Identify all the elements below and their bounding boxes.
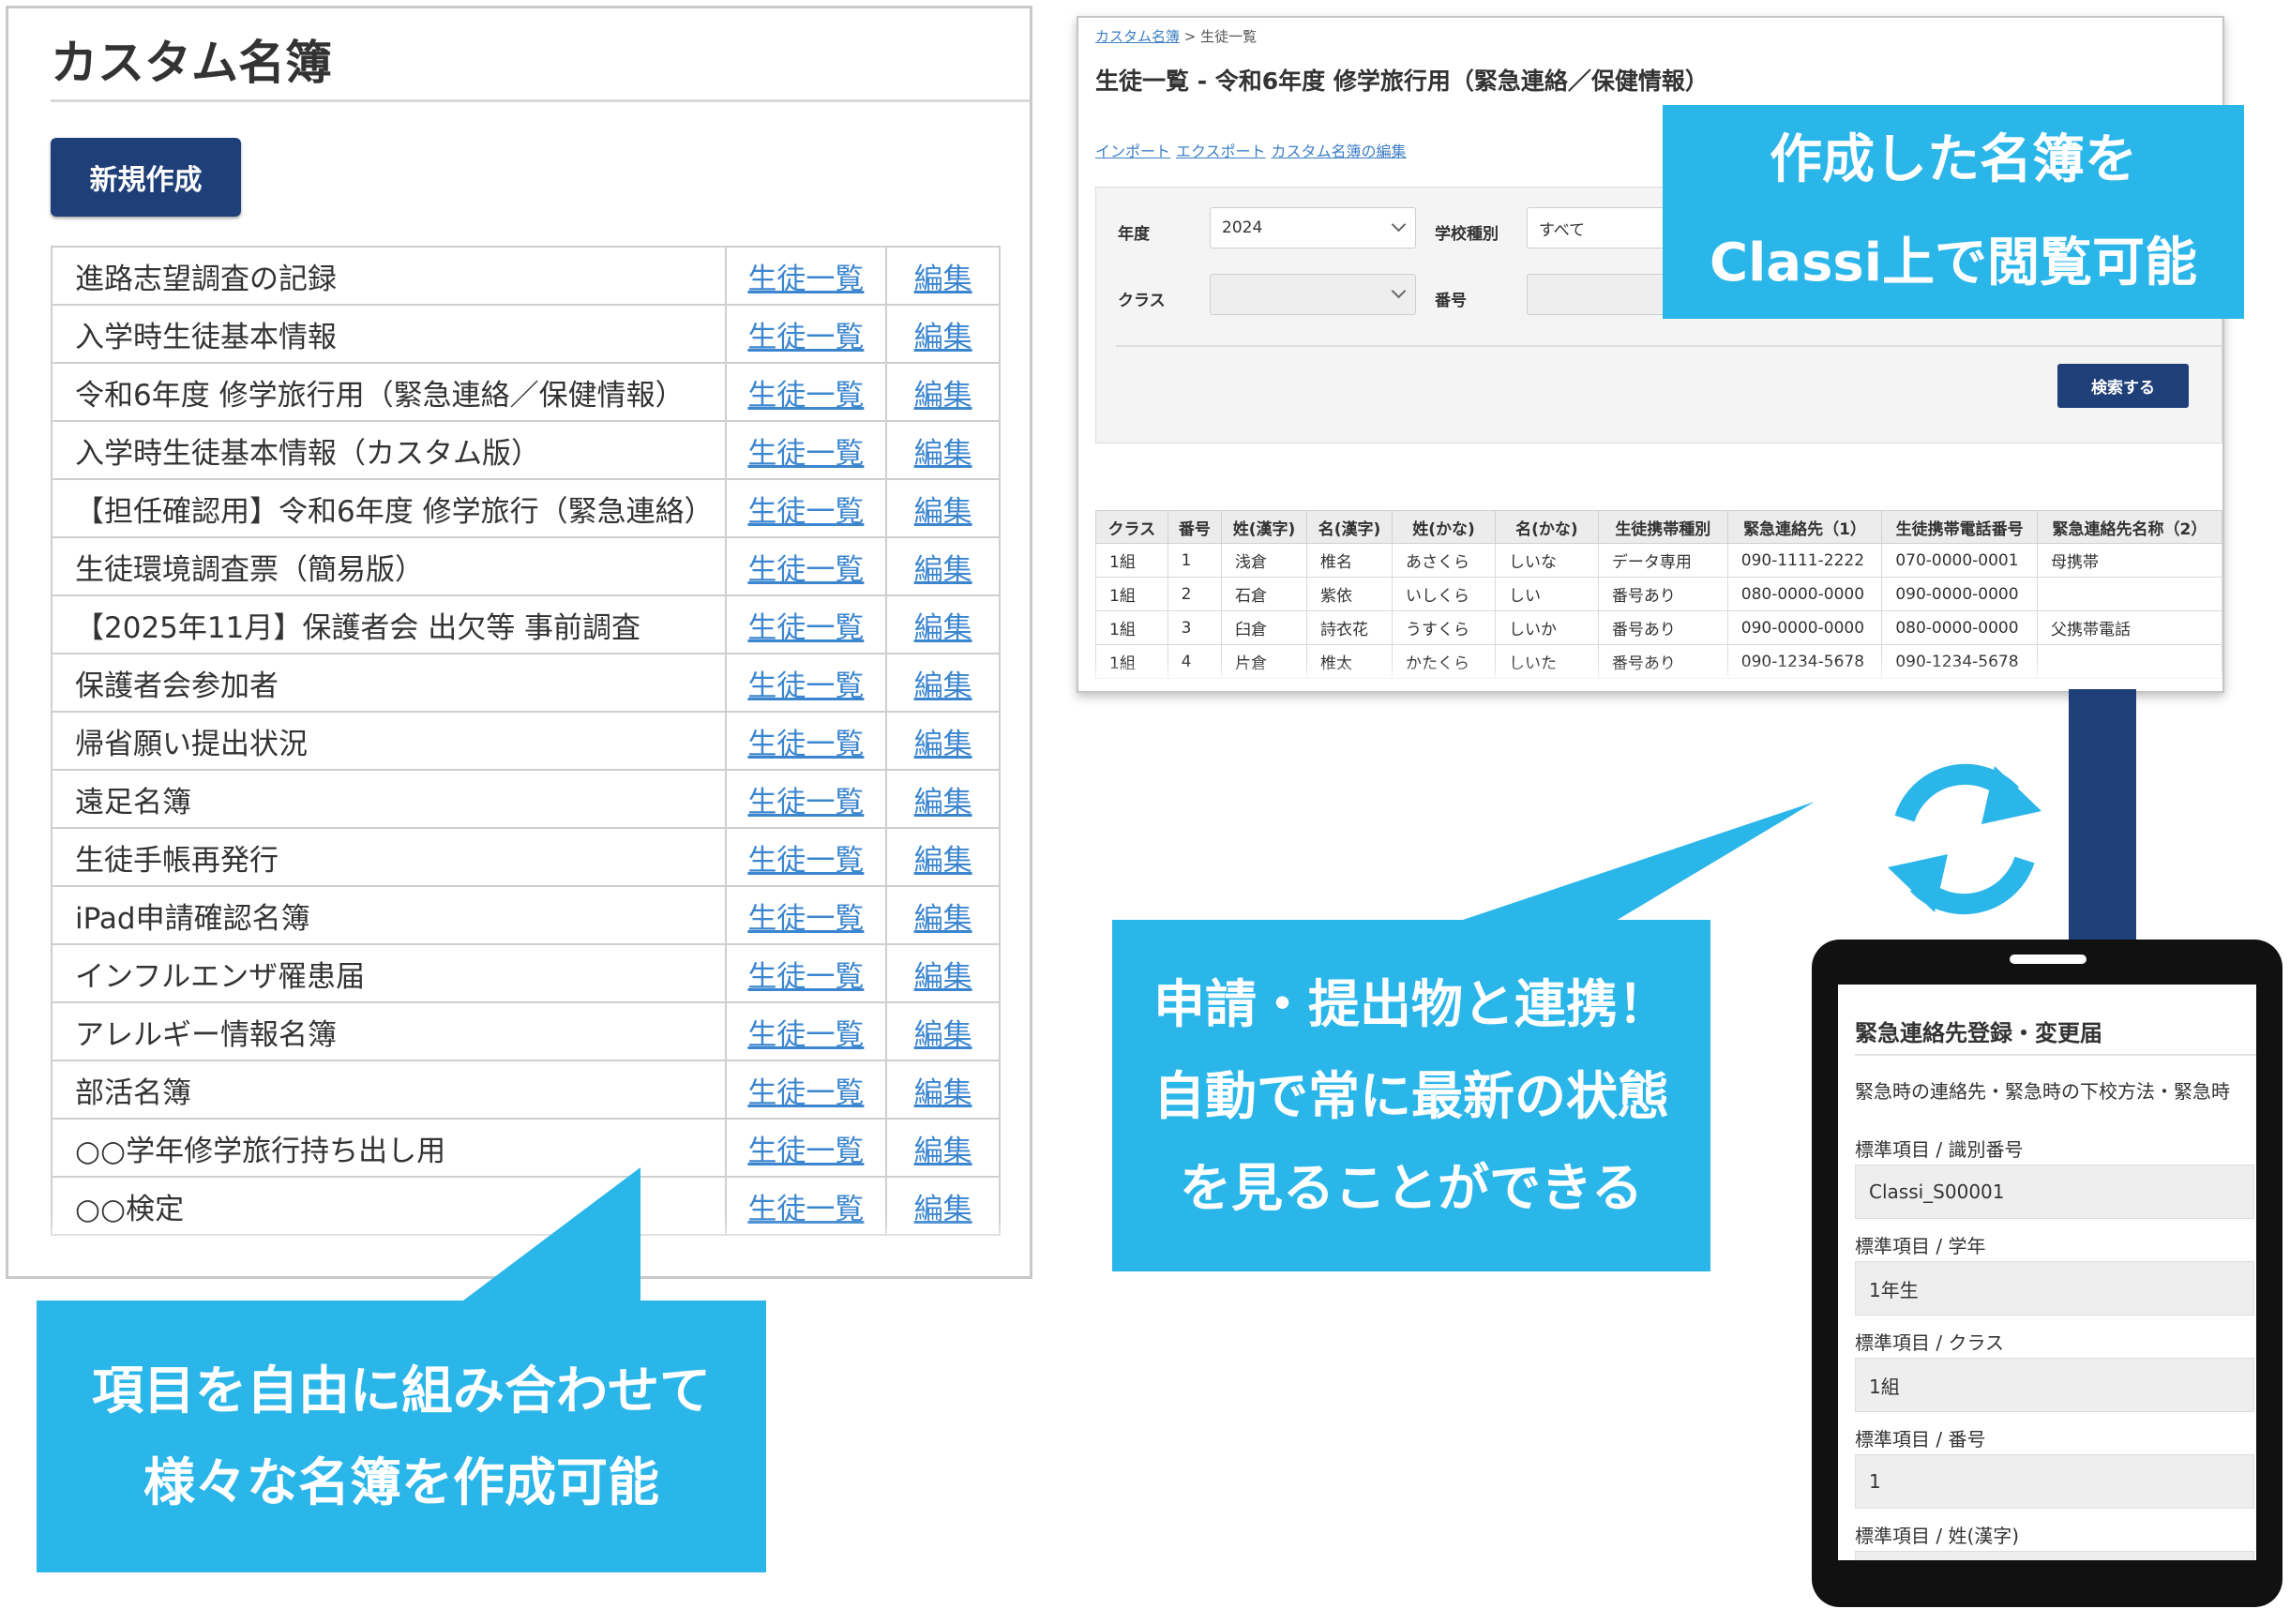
table-cell: 浅倉: [1220, 543, 1308, 578]
table-cell: 2: [1167, 577, 1222, 611]
table-cell: しい: [1494, 577, 1599, 611]
table-cell: しいか: [1494, 610, 1599, 645]
form-field-value[interactable]: 1: [1855, 1454, 2254, 1509]
import-link[interactable]: インポート: [1095, 143, 1170, 160]
table-cell: しいな: [1494, 543, 1599, 578]
column-header[interactable]: 姓(かな): [1392, 510, 1496, 544]
table-row: 1組 2 石倉 紫依 いしくら しい 番号あり 080-0000-0000 090-0000-0…: [1095, 577, 2222, 611]
table-cell: 1組: [1095, 610, 1168, 645]
callout-line: Classi上で閲覧可能: [1710, 233, 2197, 293]
form-field-value[interactable]: 1組: [1855, 1358, 2254, 1412]
phone-speaker: [2010, 955, 2087, 964]
year-select[interactable]: 2024: [1210, 207, 1416, 248]
table-cell: 1組: [1095, 543, 1168, 578]
middle-callout-tail: [1452, 802, 1815, 924]
year-label: 年度: [1118, 225, 1150, 244]
form-field-label: 標準項目 / 番号: [1855, 1428, 1986, 1451]
breadcrumb-current: > 生徒一覧: [1180, 28, 1258, 45]
column-header[interactable]: 緊急連絡先（1）: [1726, 510, 1883, 544]
school-type-select[interactable]: すべて: [1527, 207, 1677, 248]
table-row: 1組 1 浅倉 椎名 あさくら しいな データ専用 090-1111-2222 070-0000…: [1095, 543, 2222, 578]
form-divider: [1855, 1054, 2256, 1056]
form-description: 緊急時の連絡先・緊急時の下校方法・緊急時: [1855, 1080, 2230, 1103]
column-header[interactable]: 緊急連絡先名称（2）: [2036, 510, 2222, 544]
callout-line: 様々な名簿を作成可能: [143, 1452, 659, 1512]
column-header[interactable]: 名(かな): [1494, 510, 1599, 544]
breadcrumb-link-custom-roster[interactable]: カスタム名簿: [1095, 28, 1180, 45]
table-cell: うすくら: [1392, 610, 1496, 645]
table-cell: 椎名: [1306, 543, 1394, 578]
column-header[interactable]: 名(漢字): [1306, 510, 1394, 544]
column-header[interactable]: 生徒携帯種別: [1597, 510, 1728, 544]
breadcrumb: カスタム名簿 > 生徒一覧: [1095, 26, 1257, 46]
callout-combine-items: 項目を自由に組み合わせて 様々な名簿を作成可能: [37, 1301, 766, 1572]
form-field-value[interactable]: 1年生: [1855, 1261, 2254, 1316]
callout-line: 作成した名簿を: [1770, 129, 2137, 190]
column-header[interactable]: 番号: [1167, 510, 1222, 544]
column-header[interactable]: 生徒携帯電話番号: [1881, 510, 2038, 544]
class-select[interactable]: [1210, 274, 1416, 315]
column-header[interactable]: 姓(漢字): [1220, 510, 1308, 544]
chevron-down-icon: [1391, 283, 1407, 299]
form-field-value[interactable]: [1855, 1551, 2254, 1560]
callout-line: 項目を自由に組み合わせて: [91, 1361, 711, 1421]
table-cell: 番号あり: [1597, 577, 1728, 611]
callout-line: 自動で常に最新の状態: [1153, 1065, 1669, 1126]
table-cell: 070-0000-0001: [1881, 543, 2038, 578]
form-field-label: 標準項目 / 学年: [1855, 1235, 1986, 1257]
chevron-down-icon: [1391, 217, 1407, 233]
form-field-label: 標準項目 / 姓(漢字): [1855, 1525, 2020, 1547]
class-label: クラス: [1118, 292, 1166, 310]
number-input[interactable]: [1527, 274, 1677, 315]
callout-line: 申請・提出物と連携！: [1153, 973, 1669, 1034]
sync-arrows-icon: [1888, 763, 2041, 915]
table-header-row: クラス 番号 姓(漢字) 名(漢字) 姓(かな) 名(かな) 生徒携帯種別 緊急連絡先（1）生…: [1095, 510, 2222, 544]
students-table: クラス 番号 姓(漢字) 名(漢字) 姓(かな) 名(かな) 生徒携帯種別 緊急連絡先（1）生…: [1095, 510, 2222, 679]
year-value: 2024: [1222, 218, 1263, 237]
action-links: インポート エクスポート カスタム名簿の編集: [1095, 139, 1412, 161]
search-button[interactable]: 検索する: [2057, 364, 2189, 408]
table-cell: [2036, 577, 2222, 611]
school-type-label: 学校種別: [1435, 225, 1499, 244]
form-field-label: 標準項目 / クラス: [1855, 1331, 2005, 1354]
callout-line: を見ることができる: [1180, 1157, 1643, 1218]
table-cell: 詩衣花: [1306, 610, 1394, 645]
table-cell: あさくら: [1392, 543, 1496, 578]
table-cell: 090-1111-2222: [1726, 543, 1883, 578]
school-type-value: すべて: [1539, 220, 1586, 240]
filter-divider: [1116, 345, 2222, 347]
form-field-value[interactable]: Classi_S00001: [1855, 1165, 2254, 1219]
table-cell: 080-0000-0000: [1726, 577, 1883, 611]
window-title: 生徒一覧 - 令和6年度 修学旅行用（緊急連絡／保健情報）: [1095, 68, 1709, 95]
edit-roster-link[interactable]: カスタム名簿の編集: [1272, 143, 1407, 160]
table-cell: 母携帯: [2036, 543, 2222, 578]
export-link[interactable]: エクスポート: [1176, 143, 1266, 160]
table-cell: 1: [1167, 543, 1222, 578]
table-cell: 父携帯電話: [2036, 610, 2222, 645]
table-cell: いしくら: [1392, 577, 1496, 611]
table-cell: データ専用: [1597, 543, 1728, 578]
table-cell: 080-0000-0000: [1881, 610, 2038, 645]
form-field-label: 標準項目 / 識別番号: [1855, 1138, 2024, 1161]
connector-bar: [2069, 689, 2136, 942]
column-header[interactable]: クラス: [1095, 510, 1168, 544]
left-callout-tail: [460, 1167, 640, 1303]
phone-screen: 緊急連絡先登録・変更届 緊急時の連絡先・緊急時の下校方法・緊急時 標準項目 / …: [1838, 985, 2256, 1560]
table-cell: 臼倉: [1220, 610, 1308, 645]
form-title: 緊急連絡先登録・変更届: [1855, 1020, 2102, 1046]
table-cell: 090-0000-0000: [1726, 610, 1883, 645]
table-cell: 1組: [1095, 577, 1168, 611]
callout-view-on-classi: 作成した名簿を Classi上で閲覧可能: [1663, 105, 2244, 319]
table-cell: 紫依: [1306, 577, 1394, 611]
table-fade: [1078, 661, 2222, 691]
table-row: 1組 3 臼倉 詩衣花 うすくら しいか 番号あり 090-0000-0000 080-0000…: [1095, 610, 2222, 645]
callout-sync-submissions: 申請・提出物と連携！ 自動で常に最新の状態 を見ることができる: [1112, 920, 1710, 1271]
table-cell: 番号あり: [1597, 610, 1728, 645]
number-label: 番号: [1435, 292, 1467, 310]
table-cell: 3: [1167, 610, 1222, 645]
table-cell: 石倉: [1220, 577, 1308, 611]
table-cell: 090-0000-0000: [1881, 577, 2038, 611]
